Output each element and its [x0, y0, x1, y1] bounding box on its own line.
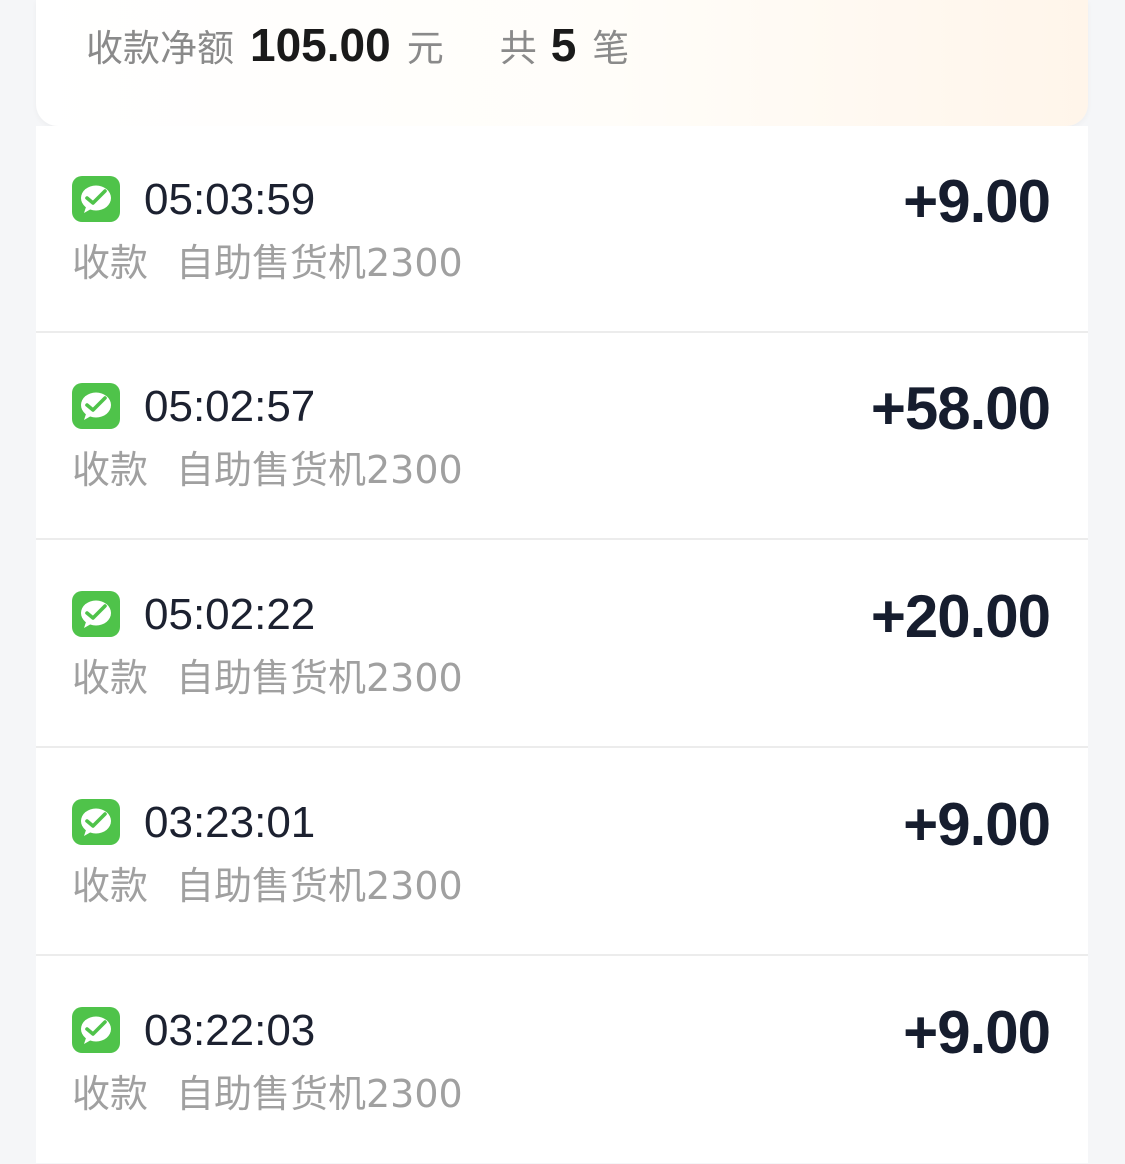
transaction-amount: +9.00: [903, 791, 1051, 858]
summary-line: 收款净额 105.00 元 共 5 笔: [86, 18, 629, 78]
transaction-time: 03:22:03: [144, 1006, 316, 1055]
count-prefix: 共: [499, 27, 537, 70]
wechat-pay-icon: [72, 1007, 120, 1053]
transaction-amount: +20.00: [870, 583, 1051, 650]
transaction-time: 05:03:59: [144, 175, 316, 224]
transaction-description: 自助售货机2300: [176, 1072, 463, 1116]
transaction-row[interactable]: 05:02:57 收款 自助售货机2300 +58.00: [36, 333, 1088, 540]
net-amount-label: 收款净额: [86, 27, 234, 70]
transaction-type: 收款: [72, 448, 149, 492]
transaction-description: 自助售货机2300: [176, 864, 463, 908]
net-amount-unit: 元: [406, 27, 444, 70]
wechat-pay-icon: [72, 383, 120, 429]
transaction-list: 05:03:59 收款 自助售货机2300 +9.00 05:02:57 收款 …: [36, 126, 1088, 1163]
transaction-description: 自助售货机2300: [176, 656, 463, 700]
transaction-description: 自助售货机2300: [176, 448, 463, 492]
wechat-pay-icon: [72, 799, 120, 845]
transaction-type: 收款: [72, 1072, 149, 1116]
transaction-count: 5: [550, 19, 577, 71]
transaction-time: 03:23:01: [144, 798, 316, 847]
count-suffix: 笔: [592, 27, 630, 70]
transaction-amount: +58.00: [870, 375, 1051, 442]
wechat-pay-icon: [72, 176, 120, 222]
net-amount-value: 105.00: [250, 19, 391, 71]
transaction-type: 收款: [72, 864, 149, 908]
transaction-row[interactable]: 03:22:03 收款 自助售货机2300 +9.00: [36, 957, 1088, 1164]
transaction-row[interactable]: 05:03:59 收款 自助售货机2300 +9.00: [36, 126, 1088, 333]
summary-card: 收款净额 105.00 元 共 5 笔: [36, 0, 1088, 126]
transaction-time: 05:02:57: [144, 382, 316, 431]
transaction-amount: +9.00: [903, 168, 1051, 235]
transaction-row[interactable]: 03:23:01 收款 自助售货机2300 +9.00: [36, 749, 1088, 956]
wechat-pay-icon: [72, 591, 120, 637]
transaction-description: 自助售货机2300: [176, 241, 463, 285]
transaction-row[interactable]: 05:02:22 收款 自助售货机2300 +20.00: [36, 541, 1088, 748]
transaction-type: 收款: [72, 656, 149, 700]
transaction-amount: +9.00: [903, 999, 1051, 1066]
transaction-time: 05:02:22: [144, 590, 316, 639]
transaction-type: 收款: [72, 241, 149, 285]
